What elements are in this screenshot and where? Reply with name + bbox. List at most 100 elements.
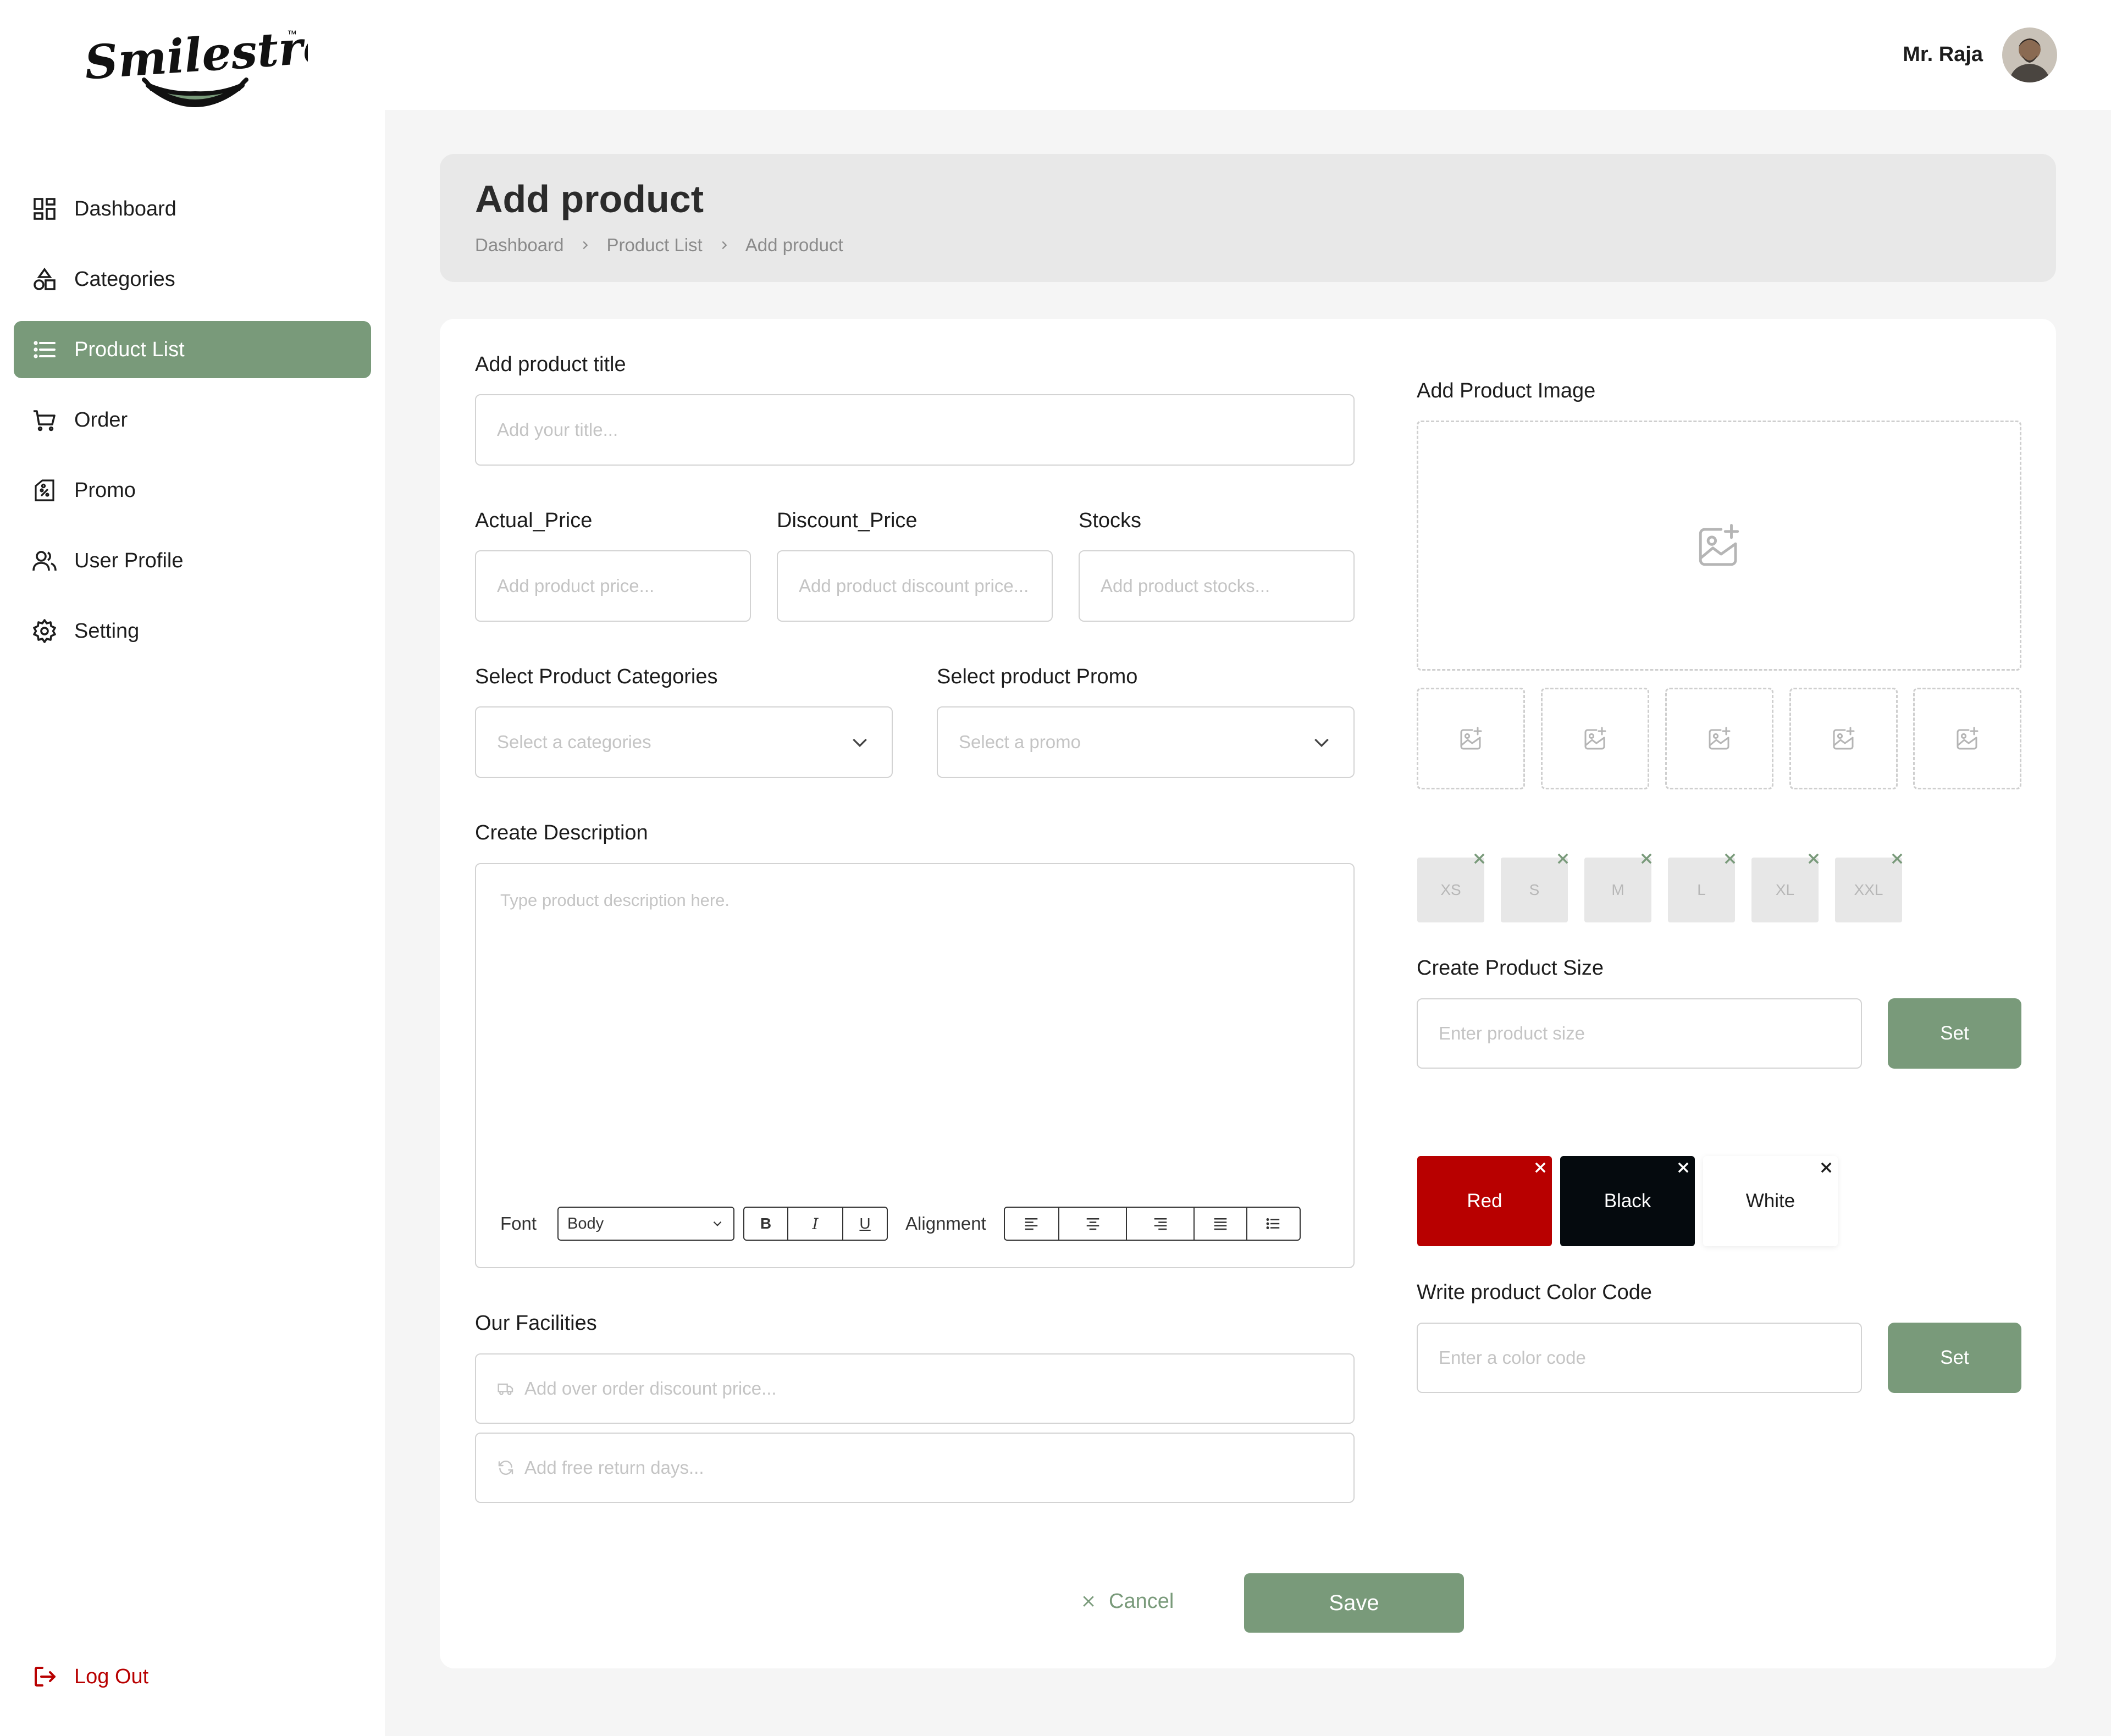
product-image-label: Add Product Image <box>1417 379 1596 402</box>
svg-text:™: ™ <box>287 29 297 40</box>
color-chip-white[interactable]: White <box>1703 1156 1838 1246</box>
bullet-list-icon <box>1266 1218 1280 1229</box>
brand-logo[interactable]: Smilestreats ™ <box>82 22 308 121</box>
size-chip[interactable]: S <box>1501 858 1568 922</box>
color-code-label: Write product Color Code <box>1417 1281 1653 1304</box>
truck-icon <box>497 1380 515 1397</box>
size-chip[interactable]: XL <box>1751 858 1819 922</box>
remove-size-icon[interactable] <box>1806 851 1821 866</box>
cancel-button[interactable]: Cancel <box>1080 1579 1174 1623</box>
align-left-button[interactable] <box>1005 1208 1060 1240</box>
remove-size-icon[interactable] <box>1889 851 1905 866</box>
save-button[interactable]: Save <box>1244 1573 1464 1633</box>
thumbnail-dropzone[interactable] <box>1665 688 1773 789</box>
product-title-input[interactable]: Add your title... <box>475 394 1355 466</box>
remove-color-icon[interactable] <box>1676 1160 1691 1175</box>
align-justify-icon <box>1214 1218 1227 1230</box>
thumbnail-dropzone[interactable] <box>1913 688 2021 789</box>
actual-price-input[interactable]: Add product price... <box>475 550 751 622</box>
actual-price-label: Actual_Price <box>475 509 593 532</box>
main-image-dropzone[interactable] <box>1417 421 2021 671</box>
align-left-icon <box>1025 1218 1038 1230</box>
bullet-list-button[interactable] <box>1247 1208 1300 1240</box>
alignment-group <box>1003 1207 1301 1241</box>
sidebar-item-setting[interactable]: Setting <box>14 602 371 660</box>
free-return-placeholder: Add free return days... <box>524 1457 704 1478</box>
product-title-placeholder: Add your title... <box>497 419 618 440</box>
stocks-input[interactable]: Add product stocks... <box>1079 550 1355 622</box>
logout-icon <box>31 1663 58 1690</box>
logout-button[interactable]: Log Out <box>14 1648 234 1705</box>
cancel-label: Cancel <box>1109 1589 1174 1613</box>
sidebar-item-dashboard[interactable]: Dashboard <box>14 180 371 237</box>
size-chip[interactable]: XS <box>1417 858 1484 922</box>
remove-color-icon[interactable] <box>1533 1160 1548 1175</box>
remove-size-icon[interactable] <box>1472 851 1487 866</box>
product-size-input[interactable]: Enter product size <box>1417 998 1862 1069</box>
sidebar-item-label: Product List <box>74 338 185 361</box>
remove-size-icon[interactable] <box>1639 851 1654 866</box>
remove-size-icon[interactable] <box>1722 851 1738 866</box>
set-size-button[interactable]: Set <box>1888 998 2021 1069</box>
sidebar-item-label: Dashboard <box>74 197 176 220</box>
sidebar-item-user-profile[interactable]: User Profile <box>14 532 371 589</box>
gear-icon <box>31 618 58 644</box>
stocks-placeholder: Add product stocks... <box>1101 576 1270 596</box>
remove-color-icon[interactable] <box>1819 1160 1834 1175</box>
size-chip[interactable]: XXL <box>1835 858 1902 922</box>
align-right-button[interactable] <box>1127 1208 1195 1240</box>
breadcrumb-item-product-list[interactable]: Product List <box>606 235 702 256</box>
chevron-right-icon <box>718 239 730 251</box>
bold-button[interactable]: B <box>744 1208 789 1240</box>
user-name[interactable]: Mr. Raja <box>1903 43 1983 67</box>
discount-price-input[interactable]: Add product discount price... <box>777 550 1053 622</box>
font-select-value: Body <box>567 1214 604 1232</box>
sidebar-item-order[interactable]: Order <box>14 391 371 449</box>
align-center-button[interactable] <box>1059 1208 1128 1240</box>
chevron-down-icon <box>1311 731 1333 753</box>
categories-placeholder: Select a categories <box>497 732 651 752</box>
breadcrumb-item-current: Add product <box>745 235 843 255</box>
promo-select[interactable]: Select a promo <box>937 706 1355 778</box>
sidebar-item-product-list[interactable]: Product List <box>14 321 371 378</box>
promo-icon <box>31 477 58 504</box>
sidebar-item-label: Categories <box>74 267 175 291</box>
breadcrumb: Dashboard Product List Add product <box>475 235 843 256</box>
editor-toolbar: Font Body B I U Alignment <box>500 1206 1301 1242</box>
font-select[interactable]: Body <box>557 1207 735 1241</box>
size-chip[interactable]: L <box>1668 858 1735 922</box>
image-add-icon <box>1694 521 1744 571</box>
categories-label: Select Product Categories <box>475 665 718 688</box>
avatar[interactable] <box>2002 27 2057 82</box>
font-label: Font <box>500 1213 537 1234</box>
close-icon <box>1080 1593 1097 1610</box>
breadcrumb-item-dashboard[interactable]: Dashboard <box>475 235 563 256</box>
sidebar-item-promo[interactable]: Promo <box>14 462 371 519</box>
categories-select[interactable]: Select a categories <box>475 706 893 778</box>
refresh-icon <box>497 1459 515 1477</box>
thumbnail-dropzone[interactable] <box>1417 688 1525 789</box>
image-add-icon <box>1833 727 1854 749</box>
set-color-button[interactable]: Set <box>1888 1323 2021 1393</box>
thumbnail-dropzone[interactable] <box>1541 688 1649 789</box>
size-chip[interactable]: M <box>1584 858 1651 922</box>
color-code-input[interactable]: Enter a color code <box>1417 1323 1862 1393</box>
free-return-input[interactable]: Add free return days... <box>475 1433 1355 1503</box>
chevron-down-icon <box>710 1217 725 1231</box>
dashboard-icon <box>31 196 58 222</box>
image-add-icon <box>1584 727 1606 749</box>
remove-size-icon[interactable] <box>1555 851 1571 866</box>
color-chip-red[interactable]: Red <box>1417 1156 1552 1246</box>
description-label: Create Description <box>475 821 648 844</box>
product-title-label: Add product title <box>475 353 626 376</box>
italic-button[interactable]: I <box>788 1208 844 1240</box>
underline-button[interactable]: U <box>843 1208 887 1240</box>
page-title: Add product <box>475 178 704 220</box>
order-discount-input[interactable]: Add over order discount price... <box>475 1353 1355 1424</box>
sidebar-item-categories[interactable]: Categories <box>14 251 371 308</box>
thumbnail-dropzone[interactable] <box>1789 688 1898 789</box>
align-justify-button[interactable] <box>1195 1208 1247 1240</box>
chevron-down-icon <box>849 731 871 753</box>
color-chip-black[interactable]: Black <box>1560 1156 1695 1246</box>
alignment-label: Alignment <box>905 1213 986 1234</box>
